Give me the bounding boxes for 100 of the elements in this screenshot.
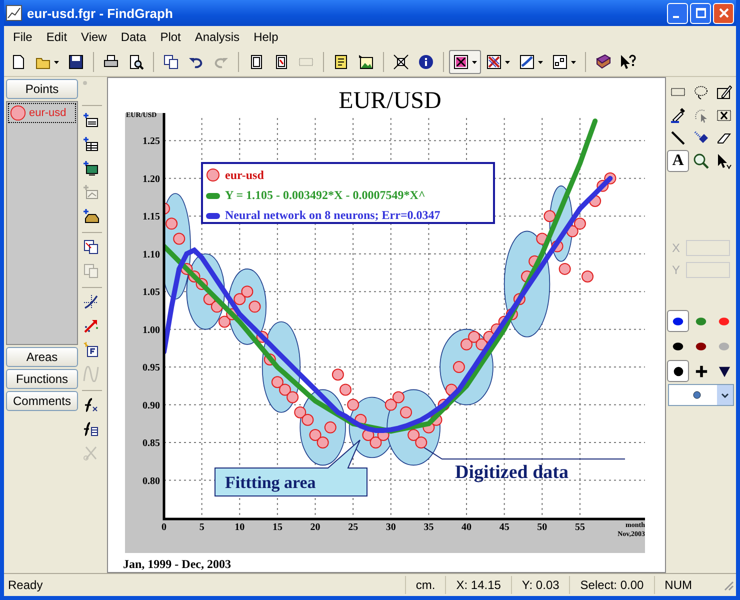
circle-marker-icon bbox=[672, 364, 684, 378]
status-pane: cm. bbox=[404, 576, 446, 594]
status-message: Ready bbox=[7, 578, 44, 592]
caret-icon bbox=[472, 60, 477, 64]
x-tick-label: 15 bbox=[272, 522, 282, 533]
crossed-box-icon bbox=[716, 107, 732, 123]
caret-icon bbox=[505, 60, 510, 64]
printer-icon bbox=[103, 54, 119, 70]
page-icon bbox=[248, 54, 264, 70]
status-pane: Y: 0.03 bbox=[510, 576, 570, 594]
x-tick-label: 40 bbox=[462, 522, 472, 533]
menu-item[interactable]: Analysis bbox=[188, 28, 247, 46]
maximize-button[interactable] bbox=[690, 2, 711, 24]
marker-size-dropdown[interactable] bbox=[668, 384, 734, 406]
y-tick-label: 1.25 bbox=[142, 136, 160, 148]
status-pane: X: 14.15 bbox=[445, 576, 511, 594]
function-curve-icon bbox=[83, 397, 99, 413]
legend-label: Y = 1.105 - 0.003492*X - 0.0007549*X^ bbox=[225, 188, 426, 202]
callout-text: Fittting area bbox=[225, 473, 316, 492]
panel-tab[interactable]: Points bbox=[6, 79, 78, 99]
marker-style-icon bbox=[453, 54, 469, 70]
menu-item[interactable]: Data bbox=[114, 28, 154, 46]
point-lasso-icon bbox=[693, 107, 709, 123]
circle-marker-button[interactable] bbox=[667, 360, 689, 382]
sheet-paste-icon bbox=[83, 263, 99, 279]
color-button[interactable] bbox=[667, 310, 689, 332]
print-preview-icon bbox=[128, 54, 144, 70]
marker-style-button[interactable] bbox=[449, 50, 481, 74]
x-tick-label: 25 bbox=[348, 522, 358, 533]
caret-icon bbox=[571, 60, 576, 64]
report-page-icon bbox=[273, 54, 289, 70]
caret-icon bbox=[538, 60, 543, 64]
menu-item[interactable]: View bbox=[74, 28, 114, 46]
wave-icon bbox=[83, 366, 99, 382]
x-tick-label: 30 bbox=[386, 522, 396, 533]
annotation-text: Digitized data bbox=[455, 462, 568, 483]
menu-item[interactable]: Plot bbox=[153, 28, 188, 46]
function-table-icon bbox=[83, 421, 99, 437]
y-tick-label: 0.90 bbox=[142, 400, 160, 412]
info-icon bbox=[418, 54, 434, 70]
function-frame-icon bbox=[83, 342, 99, 358]
legend-label: Neural network on 8 neurons; Err=0.0347 bbox=[225, 208, 440, 222]
dot-icon bbox=[83, 81, 87, 85]
line-style-icon bbox=[519, 54, 535, 70]
sheet-copy-icon bbox=[83, 239, 99, 255]
window-title: eur-usd.fgr - FindGraph bbox=[27, 6, 174, 20]
y-tick-label: 0.80 bbox=[142, 476, 160, 487]
new-file-icon bbox=[10, 54, 26, 70]
x-tick-label: 10 bbox=[234, 522, 245, 533]
panel-tab[interactable]: Areas bbox=[6, 347, 78, 367]
add-box-icon bbox=[83, 208, 99, 224]
y-tick-label: 1.10 bbox=[142, 249, 160, 260]
close-button[interactable] bbox=[713, 2, 734, 24]
maximize-icon bbox=[696, 8, 706, 18]
menu-item[interactable]: Help bbox=[246, 28, 286, 46]
help-pointer-icon bbox=[620, 54, 636, 70]
x-tick-label: 45 bbox=[499, 522, 510, 533]
edit-note-icon bbox=[716, 84, 732, 100]
magnifier-icon bbox=[693, 153, 709, 169]
x-tick-label: 35 bbox=[424, 522, 434, 533]
x-tick-label: 55 bbox=[574, 522, 585, 533]
chart-caption: Jan, 1999 - Dec, 2003 bbox=[123, 557, 231, 571]
resize-grip-icon bbox=[722, 579, 734, 591]
panel-tab[interactable]: Comments bbox=[6, 391, 78, 411]
add-screen-icon bbox=[83, 160, 99, 176]
menu-item[interactable]: Edit bbox=[39, 28, 74, 46]
panel-tab[interactable]: Functions bbox=[6, 369, 78, 389]
x-tick-label: 50 bbox=[537, 522, 548, 533]
minimize-button[interactable] bbox=[667, 2, 688, 24]
legend-label: eur-usd bbox=[225, 168, 264, 182]
plus-marker-icon bbox=[694, 364, 708, 378]
book-icon bbox=[595, 54, 611, 70]
eyedropper-icon bbox=[670, 107, 686, 123]
text-tool-button[interactable]: A bbox=[667, 150, 689, 172]
minimize-icon bbox=[673, 16, 679, 18]
copy-icon bbox=[163, 54, 179, 70]
status-pane: Select: 0.00 bbox=[569, 576, 654, 594]
caret-icon bbox=[54, 60, 59, 64]
y-tick-label: 0.85 bbox=[142, 438, 160, 450]
y-tick-label: 1.05 bbox=[142, 287, 160, 298]
paint-bucket-icon bbox=[693, 130, 709, 146]
y-tick-label: 1.00 bbox=[142, 324, 160, 336]
notepad-icon bbox=[333, 54, 349, 70]
crossed-square-icon bbox=[393, 54, 409, 70]
lasso-icon bbox=[693, 84, 709, 100]
x-tick-label: 20 bbox=[310, 522, 320, 533]
add-row-icon bbox=[83, 112, 99, 128]
crossed-lines-icon bbox=[486, 54, 502, 70]
coordinate-label: Y bbox=[672, 263, 682, 277]
status-pane: NUM bbox=[654, 576, 702, 594]
y-tick-label: 1.15 bbox=[142, 212, 160, 223]
x-tick-label: 5 bbox=[199, 522, 204, 533]
menu-item[interactable]: File bbox=[6, 28, 40, 46]
chevron-icon bbox=[721, 392, 729, 398]
dot-icon bbox=[693, 391, 701, 399]
dropdown-button[interactable] bbox=[717, 385, 733, 405]
chart-title: EUR/USD bbox=[338, 88, 442, 114]
coordinate-label: X bbox=[672, 241, 682, 255]
add-table-icon bbox=[83, 136, 99, 152]
close-icon bbox=[718, 8, 728, 18]
